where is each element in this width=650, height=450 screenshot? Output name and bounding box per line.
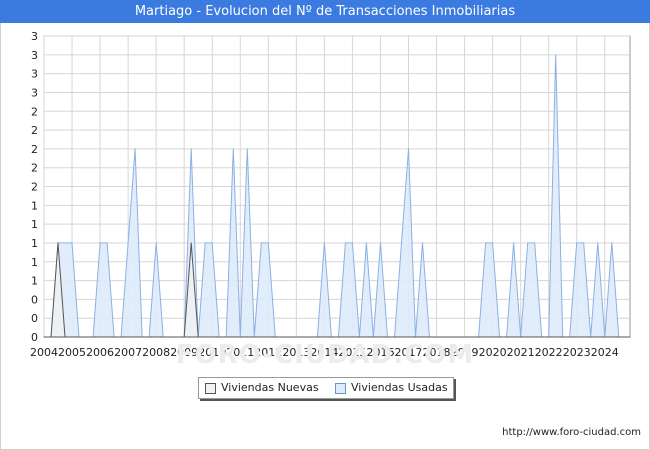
y-tick-label: 1 bbox=[31, 275, 38, 288]
y-tick-label: 1 bbox=[31, 237, 38, 250]
y-tick-label: 3 bbox=[31, 68, 38, 81]
legend-swatch-usadas bbox=[335, 383, 346, 394]
legend: Viviendas Nuevas Viviendas Usadas bbox=[198, 377, 454, 399]
y-tick-label: 2 bbox=[31, 181, 38, 194]
footer-url: http://www.foro-ciudad.com bbox=[502, 427, 641, 438]
y-tick-label: 2 bbox=[31, 105, 38, 118]
y-tick-label: 0 bbox=[31, 293, 38, 306]
y-tick-label: 3 bbox=[31, 30, 38, 43]
y-tick-label: 3 bbox=[31, 86, 38, 99]
legend-label-usadas: Viviendas Usadas bbox=[351, 381, 448, 394]
y-axis: 00011111222223333 bbox=[31, 30, 38, 344]
y-tick-label: 1 bbox=[31, 218, 38, 231]
y-tick-label: 2 bbox=[31, 124, 38, 137]
y-tick-label: 1 bbox=[31, 256, 38, 269]
y-tick-label: 1 bbox=[31, 199, 38, 212]
y-tick-label: 2 bbox=[31, 143, 38, 156]
legend-label-nuevas: Viviendas Nuevas bbox=[221, 381, 319, 394]
y-tick-label: 3 bbox=[31, 49, 38, 62]
y-tick-label: 0 bbox=[31, 312, 38, 325]
legend-swatch-nuevas bbox=[205, 383, 216, 394]
y-tick-label: 2 bbox=[31, 162, 38, 175]
watermark: FORO-CIUDAD.COM bbox=[175, 340, 475, 370]
